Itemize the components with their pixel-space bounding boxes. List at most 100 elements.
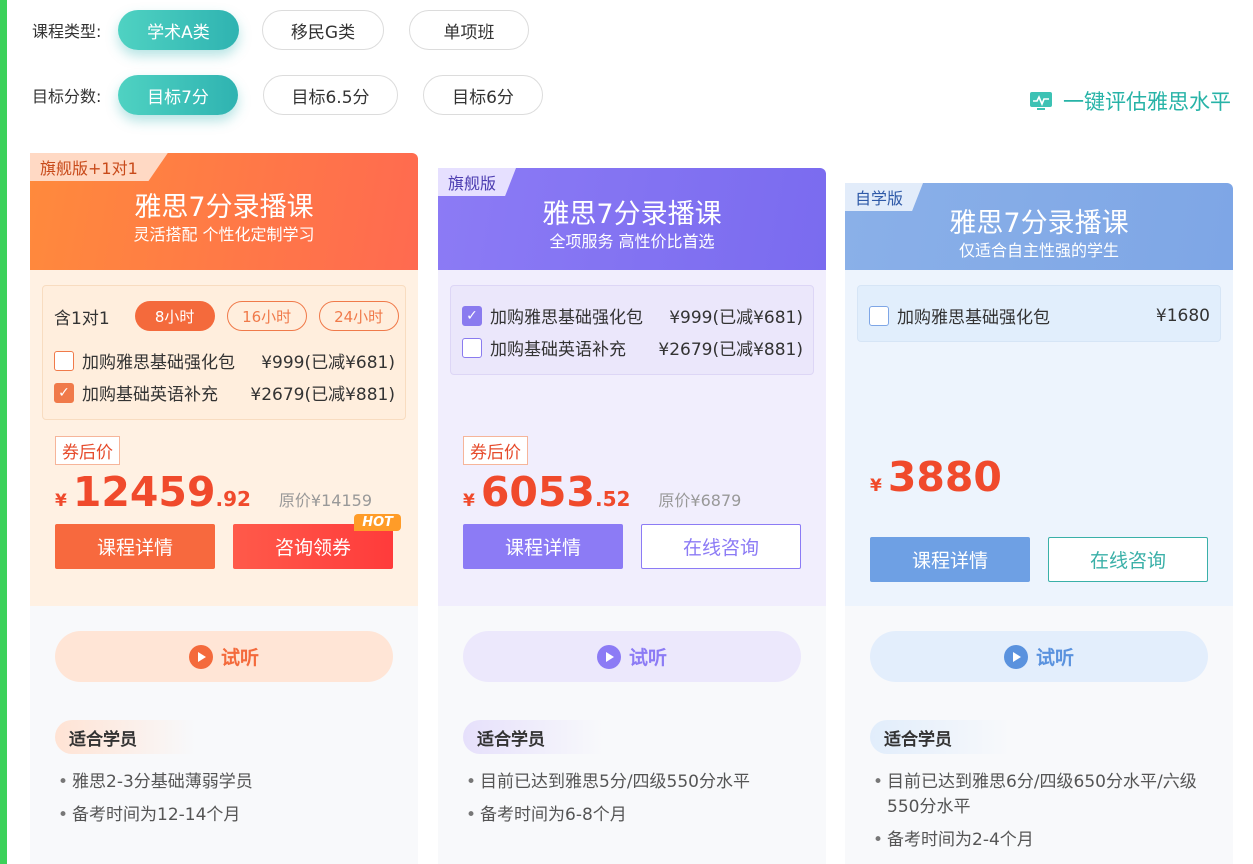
left-edge-bar [0, 0, 7, 864]
card-title: 雅思7分录播课 [949, 208, 1129, 239]
list-item: 备考时间为12-14个月 [58, 803, 398, 828]
trial-label: 试听 [1035, 647, 1074, 669]
addon-price: ¥999(已减¥681) [669, 308, 803, 328]
addon-options: 含1对1 8小时 16小时 24小时 加购雅思基础强化包 ¥999(已减¥681… [42, 285, 406, 420]
checkbox-unchecked[interactable] [462, 337, 482, 358]
list-item: 备考时间为6-8个月 [466, 803, 806, 828]
checkbox-checked[interactable]: ✓ [462, 305, 482, 326]
trial-label: 试听 [628, 647, 667, 669]
hours-option-16[interactable]: 16小时 [226, 301, 307, 331]
suitable-students-title: 适合学员 [870, 720, 1010, 754]
addon-price: ¥2679(已减¥881) [658, 340, 803, 360]
hot-badge: HOT [354, 514, 401, 531]
card-footer: 试听 适合学员 目前已达到雅思5分/四级550分水平 备考时间为6-8个月 [438, 606, 826, 864]
price-block: ¥ 12459 .92 原价¥14159 [55, 468, 372, 516]
addon-row[interactable]: ✓ 加购雅思基础强化包 ¥999(已减¥681) [462, 303, 803, 328]
card-subtitle: 全项服务 高性价比首选 [549, 232, 715, 251]
course-details-button[interactable]: 课程详情 [55, 524, 215, 569]
addon-row[interactable]: 加购基础英语补充 ¥2679(已减¥881) [462, 335, 803, 360]
addon-row[interactable]: 加购雅思基础强化包 ¥1680 [869, 303, 1210, 328]
suitable-list: 雅思2-3分基础薄弱学员 备考时间为12-14个月 [58, 770, 398, 836]
addon-price: ¥1680 [1155, 305, 1210, 326]
list-item: 雅思2-3分基础薄弱学员 [58, 770, 398, 795]
trial-button[interactable]: 试听 [55, 631, 393, 682]
type-option-single[interactable]: 单项班 [409, 10, 529, 50]
addon-name: 加购雅思基础强化包 [82, 353, 235, 373]
one-on-one-label: 含1对1 [54, 308, 110, 329]
addon-name: 加购基础英语补充 [82, 385, 218, 405]
checkbox-checked[interactable]: ✓ [54, 382, 74, 403]
coupon-price-badge: 券后价 [463, 436, 528, 465]
price-block: ¥ 3880 [870, 453, 1002, 501]
addon-name: 加购基础英语补充 [490, 340, 626, 360]
type-option-academic[interactable]: 学术A类 [118, 10, 239, 50]
online-consult-button[interactable]: 在线咨询 [1048, 537, 1208, 582]
course-details-button[interactable]: 课程详情 [463, 524, 623, 569]
addon-options: ✓ 加购雅思基础强化包 ¥999(已减¥681) 加购基础英语补充 ¥2679(… [450, 285, 814, 375]
card-header: 自学版 雅思7分录播课 仅适合自主性强的学生 [845, 183, 1233, 270]
card-subtitle: 灵活搭配 个性化定制学习 [133, 225, 315, 244]
suitable-students-title: 适合学员 [55, 720, 195, 754]
assessment-monitor-icon [1030, 92, 1052, 110]
card-body: 加购雅思基础强化包 ¥1680 ¥ 3880 课程详情 在线咨询 [845, 270, 1233, 606]
assess-level-link[interactable]: 一键评估雅思水平 [1029, 86, 1231, 116]
addon-options: 加购雅思基础强化包 ¥1680 [857, 285, 1221, 342]
addon-name: 加购雅思基础强化包 [490, 308, 643, 328]
addon-row[interactable]: 加购雅思基础强化包 ¥999(已减¥681) [54, 348, 395, 373]
price-main: 12459 [72, 468, 216, 516]
card-footer: 试听 适合学员 目前已达到雅思6分/四级650分水平/六级550分水平 备考时间… [845, 606, 1233, 864]
consult-coupon-button[interactable]: 咨询领券 HOT [233, 514, 401, 569]
hours-option-24[interactable]: 24小时 [318, 301, 399, 331]
currency-symbol: ¥ [55, 491, 67, 511]
course-card-self-study: 自学版 雅思7分录播课 仅适合自主性强的学生 加购雅思基础强化包 ¥1680 ¥… [845, 183, 1233, 864]
currency-symbol: ¥ [870, 476, 882, 496]
list-item: 备考时间为2-4个月 [873, 828, 1218, 853]
suitable-students-title: 适合学员 [463, 720, 603, 754]
consult-coupon-label: 咨询领券 [274, 537, 351, 559]
suitable-list: 目前已达到雅思5分/四级550分水平 备考时间为6-8个月 [466, 770, 806, 836]
card-title: 雅思7分录播课 [134, 192, 314, 223]
original-price: 原价¥6879 [658, 491, 742, 510]
coupon-price-badge: 券后价 [55, 436, 120, 465]
score-option-6[interactable]: 目标6分 [423, 75, 543, 115]
course-type-label: 课程类型: [32, 22, 102, 41]
price-block: ¥ 6053 .52 原价¥6879 [463, 468, 741, 516]
play-icon [596, 644, 621, 669]
checkbox-unchecked[interactable] [54, 350, 74, 371]
type-option-general[interactable]: 移民G类 [262, 10, 384, 50]
course-card-flagship-1on1: 旗舰版+1对1 雅思7分录播课 灵活搭配 个性化定制学习 含1对1 8小时 16… [30, 153, 418, 864]
card-header: 旗舰版+1对1 雅思7分录播课 灵活搭配 个性化定制学习 [30, 153, 418, 270]
card-body: ✓ 加购雅思基础强化包 ¥999(已减¥681) 加购基础英语补充 ¥2679(… [438, 270, 826, 606]
score-option-7[interactable]: 目标7分 [118, 75, 238, 115]
score-option-6-5[interactable]: 目标6.5分 [263, 75, 398, 115]
price-main: 3880 [887, 453, 1002, 501]
one-on-one-hours: 含1对1 8小时 16小时 24小时 [54, 301, 399, 331]
target-score-filter: 目标分数: 目标7分 目标6.5分 目标6分 [32, 75, 568, 115]
play-icon [188, 644, 213, 669]
trial-label: 试听 [220, 647, 259, 669]
currency-symbol: ¥ [463, 491, 475, 511]
list-item: 目前已达到雅思5分/四级550分水平 [466, 770, 806, 795]
price-main: 6053 [480, 468, 595, 516]
card-subtitle: 仅适合自主性强的学生 [958, 241, 1119, 260]
play-icon [1003, 644, 1028, 669]
addon-row[interactable]: ✓ 加购基础英语补充 ¥2679(已减¥881) [54, 380, 395, 405]
target-score-label: 目标分数: [32, 87, 102, 106]
addon-price: ¥999(已减¥681) [261, 353, 395, 373]
card-title: 雅思7分录播课 [542, 199, 722, 230]
card-footer: 试听 适合学员 雅思2-3分基础薄弱学员 备考时间为12-14个月 [30, 606, 418, 864]
original-price: 原价¥14159 [278, 491, 373, 510]
trial-button[interactable]: 试听 [870, 631, 1208, 682]
online-consult-button[interactable]: 在线咨询 [641, 524, 801, 569]
checkbox-unchecked[interactable] [869, 305, 889, 326]
card-header: 旗舰版 雅思7分录播课 全项服务 高性价比首选 [438, 168, 826, 270]
suitable-list: 目前已达到雅思6分/四级650分水平/六级550分水平 备考时间为2-4个月 [873, 770, 1218, 861]
trial-button[interactable]: 试听 [463, 631, 801, 682]
hours-option-8[interactable]: 8小时 [134, 301, 215, 331]
edition-tag: 旗舰版+1对1 [30, 153, 168, 181]
course-card-flagship: 旗舰版 雅思7分录播课 全项服务 高性价比首选 ✓ 加购雅思基础强化包 ¥999… [438, 168, 826, 864]
price-decimal: .92 [215, 487, 251, 511]
addon-name: 加购雅思基础强化包 [897, 308, 1050, 328]
list-item: 目前已达到雅思6分/四级650分水平/六级550分水平 [873, 770, 1218, 820]
course-details-button[interactable]: 课程详情 [870, 537, 1030, 582]
